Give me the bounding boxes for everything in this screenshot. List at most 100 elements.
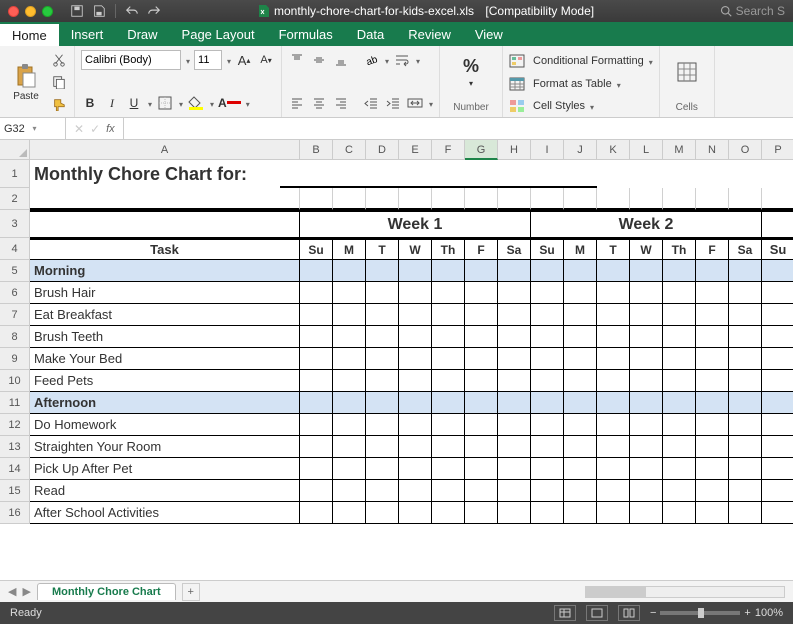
font-size-select[interactable] [194,50,222,70]
col-header-H[interactable]: H [498,140,531,160]
tab-draw[interactable]: Draw [115,22,169,46]
cell-styles-button[interactable]: Cell Styles [509,99,653,113]
sheet-nav-prev[interactable]: ◀ [8,585,16,598]
task-cell-6[interactable]: Brush Hair [30,282,300,304]
format-as-table-button[interactable]: Format as Table [509,77,653,91]
paste-button[interactable]: Paste [6,60,46,104]
col-header-J[interactable]: J [564,140,597,160]
col-header-D[interactable]: D [366,140,399,160]
row-header-10[interactable]: 10 [0,370,30,392]
row-header-3[interactable]: 3 [0,210,30,238]
row-header-15[interactable]: 15 [0,480,30,502]
wrap-text-button[interactable] [393,50,411,70]
row-header-11[interactable]: 11 [0,392,30,414]
tab-view[interactable]: View [463,22,515,46]
task-cell-16[interactable]: After School Activities [30,502,300,524]
format-painter-button[interactable] [50,94,68,114]
decrease-font-button[interactable]: A▾ [257,50,275,70]
row-header-2[interactable]: 2 [0,188,30,210]
align-right-button[interactable] [332,93,350,113]
task-cell-10[interactable]: Feed Pets [30,370,300,392]
decrease-indent-button[interactable] [362,93,380,113]
task-cell-12[interactable]: Do Homework [30,414,300,436]
zoom-out-button[interactable]: − [650,607,656,619]
redo-icon[interactable] [146,3,162,19]
tab-home[interactable]: Home [0,22,59,46]
cut-button[interactable] [50,50,68,70]
cancel-formula-icon[interactable]: ✕ [74,122,84,136]
row-header-13[interactable]: 13 [0,436,30,458]
zoom-slider[interactable] [660,611,740,615]
row-header-9[interactable]: 9 [0,348,30,370]
conditional-formatting-button[interactable]: Conditional Formatting [509,54,653,68]
cells-area[interactable]: Monthly Chore Chart for:Week 1Week 2Task… [30,160,793,524]
cells-button[interactable] [666,50,708,94]
task-cell-7[interactable]: Eat Breakfast [30,304,300,326]
minimize-window-button[interactable] [25,6,36,17]
col-header-L[interactable]: L [630,140,663,160]
increase-font-button[interactable]: A▴ [235,50,253,70]
col-header-G[interactable]: G [465,140,498,160]
save-icon[interactable] [91,3,107,19]
col-header-B[interactable]: B [300,140,333,160]
tab-review[interactable]: Review [396,22,463,46]
chart-title[interactable]: Monthly Chore Chart for: [30,160,280,188]
maximize-window-button[interactable] [42,6,53,17]
row-header-4[interactable]: 4 [0,238,30,260]
number-format-button[interactable]: % ▾ [446,50,496,94]
merge-button[interactable] [406,93,424,113]
col-header-I[interactable]: I [531,140,564,160]
row-header-16[interactable]: 16 [0,502,30,524]
col-header-K[interactable]: K [597,140,630,160]
font-name-select[interactable] [81,50,181,70]
borders-button[interactable] [156,93,174,113]
week1-header[interactable]: Week 1 [300,210,531,238]
fx-icon[interactable]: fx [106,123,115,135]
task-cell-13[interactable]: Straighten Your Room [30,436,300,458]
row-header-12[interactable]: 12 [0,414,30,436]
row-header-6[interactable]: 6 [0,282,30,304]
undo-icon[interactable] [124,3,140,19]
align-bottom-button[interactable] [332,50,350,70]
close-window-button[interactable] [8,6,19,17]
add-sheet-button[interactable]: + [182,583,200,601]
select-all-corner[interactable] [0,140,30,160]
task-cell-15[interactable]: Read [30,480,300,502]
autosave-icon[interactable] [69,3,85,19]
col-header-N[interactable]: N [696,140,729,160]
task-cell-14[interactable]: Pick Up After Pet [30,458,300,480]
task-cell-11[interactable]: Afternoon [30,392,300,414]
row-header-8[interactable]: 8 [0,326,30,348]
italic-button[interactable]: I [103,93,121,113]
view-page-break-button[interactable] [618,605,640,621]
week2-header[interactable]: Week 2 [531,210,762,238]
col-header-E[interactable]: E [399,140,432,160]
view-page-layout-button[interactable] [586,605,608,621]
col-header-F[interactable]: F [432,140,465,160]
zoom-control[interactable]: − + 100% [650,607,783,619]
task-cell-8[interactable]: Brush Teeth [30,326,300,348]
align-middle-button[interactable] [310,50,328,70]
horizontal-scrollbar[interactable] [585,586,785,598]
row-header-1[interactable]: 1 [0,160,30,188]
view-normal-button[interactable] [554,605,576,621]
bold-button[interactable]: B [81,93,99,113]
tab-insert[interactable]: Insert [59,22,116,46]
col-header-A[interactable]: A [30,140,300,160]
col-header-M[interactable]: M [663,140,696,160]
underline-button[interactable]: U [125,93,143,113]
tab-data[interactable]: Data [345,22,396,46]
tab-formulas[interactable]: Formulas [267,22,345,46]
search-box[interactable]: Search S [720,4,785,18]
zoom-in-button[interactable]: + [744,607,750,619]
task-cell-9[interactable]: Make Your Bed [30,348,300,370]
col-header-C[interactable]: C [333,140,366,160]
col-header-O[interactable]: O [729,140,762,160]
col-header-P[interactable]: P [762,140,793,160]
accept-formula-icon[interactable]: ✓ [90,122,100,136]
row-header-7[interactable]: 7 [0,304,30,326]
font-color-button[interactable]: A [218,93,241,113]
name-blank-line[interactable] [280,160,597,188]
align-top-button[interactable] [288,50,306,70]
align-left-button[interactable] [288,93,306,113]
